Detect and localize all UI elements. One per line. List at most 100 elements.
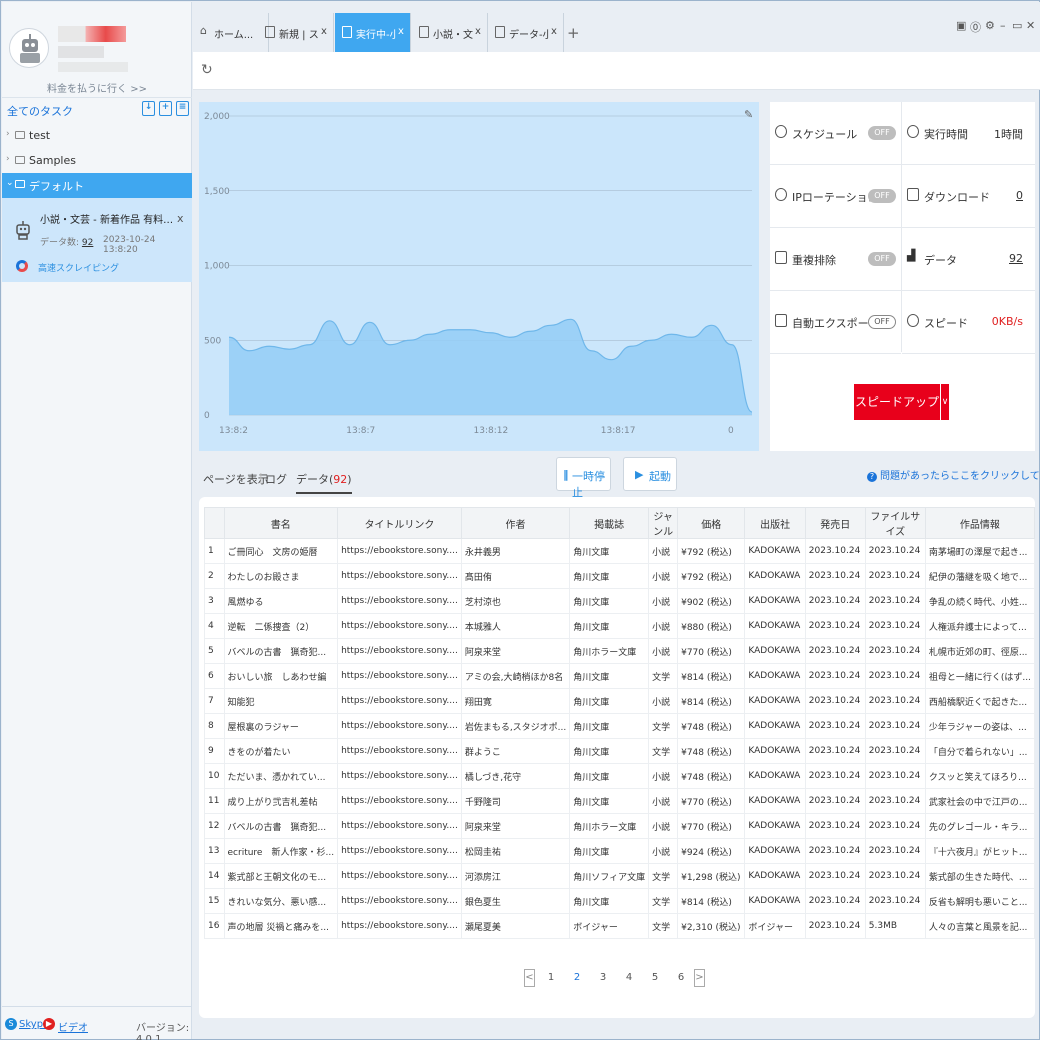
globe-icon xyxy=(775,188,787,201)
download-label: ダウンロード xyxy=(924,191,990,204)
table-row[interactable]: 16 声の地層 災禍と痛みを... https://ebookstore.sony.… xyxy=(204,913,1036,939)
page-button[interactable]: 1 xyxy=(544,972,558,983)
pause-icon: ‖ xyxy=(563,468,569,481)
minimize-icon[interactable]: – xyxy=(1000,19,1006,32)
table-row[interactable]: 9 きをのが着たい https://ebookstore.sony.... 群ようこ角… xyxy=(204,738,1036,764)
help-icon[interactable]: ⓪ xyxy=(970,19,981,35)
auto-export-toggle[interactable]: OFF xyxy=(868,315,896,329)
table-row[interactable]: 4 逆転 二係捜査（2） https://ebookstore.sony.... 本城… xyxy=(204,613,1036,639)
tab-data-view[interactable]: データ(92) xyxy=(296,471,352,494)
tree-item-label: デフォルト xyxy=(29,180,84,193)
table-row[interactable]: 5 バベルの古書 猟奇犯... https://ebookstore.sony...… xyxy=(204,638,1036,664)
y-tick-label: 500 xyxy=(204,336,221,346)
edit-icon[interactable]: ✎ xyxy=(744,108,753,121)
table-row[interactable]: 14 紫式部と王朝文化のモ... https://ebookstore.sony..… xyxy=(204,863,1036,889)
tab-label: 小説・文... xyxy=(433,30,473,41)
avatar[interactable] xyxy=(9,28,49,68)
tab-close-icon[interactable]: x xyxy=(321,26,327,37)
import-icon[interactable]: ↓ xyxy=(142,101,155,116)
table-row[interactable]: 6 おいしい旅 しあわせ編 https://ebookstore.sony.... ア… xyxy=(204,663,1036,689)
table-row[interactable]: 13 ecriture 新人作家・杉... https://ebookstore.s… xyxy=(204,838,1036,864)
next-page-button[interactable]: > xyxy=(694,969,705,987)
export-file-icon xyxy=(775,314,787,327)
help-link[interactable]: ?問題があったらここをクリックしてください xyxy=(867,467,1040,482)
table-cell: 松岡圭祐 xyxy=(460,838,571,864)
page-button-current[interactable]: 2 xyxy=(570,972,584,983)
table-row[interactable]: 12 バベルの古書 猟奇犯... https://ebookstore.sony..… xyxy=(204,813,1036,839)
tab-novel[interactable]: 小説・文... x xyxy=(412,13,488,52)
video-icon[interactable]: ▶ xyxy=(43,1018,55,1030)
page-button[interactable]: 3 xyxy=(596,972,610,983)
table-cell: ¥770 (税込) xyxy=(677,788,746,814)
speedup-button[interactable]: スピードアップ xyxy=(854,384,940,420)
dedup-toggle[interactable]: OFF xyxy=(868,252,896,266)
column-header[interactable]: 書名 xyxy=(223,507,339,539)
column-header[interactable]: 作者 xyxy=(460,507,571,539)
tree-item-samples[interactable]: › Samples xyxy=(2,149,192,173)
task-close-button[interactable]: x xyxy=(177,212,184,225)
pause-button[interactable]: ‖ 一時停止 xyxy=(556,457,611,499)
pay-link[interactable]: 料金を払うに行く >> xyxy=(2,80,192,95)
ip-rotation-toggle[interactable]: OFF xyxy=(868,189,896,203)
video-link[interactable]: ビデオ xyxy=(58,1019,88,1034)
refresh-icon[interactable]: ↻ xyxy=(201,62,213,78)
column-header[interactable]: 作品情報 xyxy=(924,507,1036,539)
table-cell: KADOKAWA xyxy=(744,813,806,839)
page-button[interactable]: 4 xyxy=(622,972,636,983)
table-cell: 2023.10.24 xyxy=(804,763,866,789)
column-header[interactable]: 掲載誌 xyxy=(569,507,650,539)
table-cell: ¥792 (税込) xyxy=(677,538,746,564)
table-cell: 河添房江 xyxy=(460,863,571,889)
ip-rotation-cell: IPローテーション OFF xyxy=(770,165,901,228)
new-task-icon[interactable]: + xyxy=(159,101,172,116)
data-value[interactable]: 92 xyxy=(1009,252,1023,265)
column-header[interactable]: タイトルリンク xyxy=(337,507,462,539)
table-row[interactable]: 15 きれいな気分、悪い感... https://ebookstore.sony..… xyxy=(204,888,1036,914)
task-data-count: データ数: 92 xyxy=(40,235,93,248)
table-row[interactable]: 2 わたしのお殿さま https://ebookstore.sony.... 髙田侑角… xyxy=(204,563,1036,589)
y-tick-label: 2,000 xyxy=(204,112,230,122)
tree-item-test[interactable]: › test xyxy=(2,124,192,148)
speedup-dropdown-icon[interactable]: ∨ xyxy=(940,384,949,420)
close-window-icon[interactable]: ✕ xyxy=(1026,19,1035,32)
username-redacted xyxy=(58,26,126,42)
tab-new[interactable]: 新規 | スマ... x xyxy=(258,13,334,52)
column-header[interactable]: 出版社 xyxy=(744,507,806,539)
settings-icon[interactable]: ⚙ xyxy=(985,19,995,32)
new-tab-button[interactable]: + xyxy=(567,24,580,42)
download-value[interactable]: 0 xyxy=(1016,189,1023,202)
tab-close-icon[interactable]: x xyxy=(398,26,404,37)
prev-page-button[interactable]: < xyxy=(524,969,535,987)
column-header[interactable] xyxy=(204,507,225,539)
tab-close-icon[interactable]: x xyxy=(551,26,557,37)
table-row[interactable]: 3 風燃ゆる https://ebookstore.sony.... 芝村涼也 角川文庫… xyxy=(204,588,1036,614)
export-icon[interactable]: ≡ xyxy=(176,101,189,116)
start-button[interactable]: ▶ 起動 xyxy=(623,457,677,491)
skype-icon[interactable]: S xyxy=(5,1018,17,1030)
page-button[interactable]: 6 xyxy=(674,972,688,983)
table-row[interactable]: 10 ただいま、憑かれてい... https://ebookstore.sony..… xyxy=(204,763,1036,789)
tab-close-icon[interactable]: x xyxy=(475,26,481,37)
column-header[interactable]: ジャンル xyxy=(648,507,679,539)
task-data-value[interactable]: 92 xyxy=(82,238,93,248)
tab-log[interactable]: ログ xyxy=(265,471,287,487)
ip-rotation-label: IPローテーション xyxy=(792,191,879,204)
tab-data[interactable]: データ-小... x xyxy=(488,13,564,52)
table-row[interactable]: 8 屋根裏のラジャー https://ebookstore.sony.... 岩佐まも… xyxy=(204,713,1036,739)
gift-icon[interactable]: ▣ xyxy=(956,19,966,32)
restore-icon[interactable]: ▭ xyxy=(1012,19,1022,32)
plan-info-redacted xyxy=(58,62,128,72)
tab-running[interactable]: 実行中-小... x xyxy=(335,13,411,52)
account-info-redacted xyxy=(58,46,104,58)
column-header[interactable]: 発売日 xyxy=(804,507,866,539)
all-tasks-label[interactable]: 全てのタスク xyxy=(7,103,73,119)
schedule-toggle[interactable]: OFF xyxy=(868,126,896,140)
table-row[interactable]: 1 ご冊同心 文房の姫暦 https://ebookstore.sony.... 永井… xyxy=(204,538,1036,564)
task-card[interactable]: 小説・文芸 - 新着作品 有料 | ソニーの電子... x データ数: 92 2… xyxy=(2,198,192,282)
column-header[interactable]: 価格 xyxy=(677,507,746,539)
table-row[interactable]: 11 成り上がり弐吉札差帖 https://ebookstore.sony.... 千… xyxy=(204,788,1036,814)
column-header[interactable]: ファイルサイズ xyxy=(864,507,926,539)
tree-item-default[interactable]: ⌄ デフォルト xyxy=(2,173,192,198)
page-button[interactable]: 5 xyxy=(648,972,662,983)
table-row[interactable]: 7 知能犯 https://ebookstore.sony.... 翔田寛 角川文庫 小説… xyxy=(204,688,1036,714)
